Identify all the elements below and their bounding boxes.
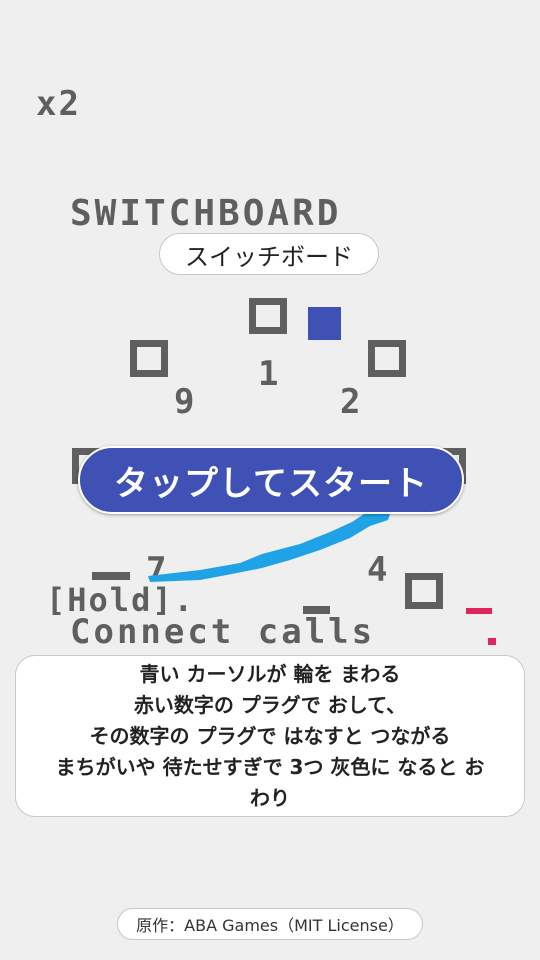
instructions-panel: 青い カーソルが 輪を まわる 赤い数字の プラグで おして、 その数字の プラ… [15, 655, 525, 817]
instruction-line: 赤い数字の プラグで おして、 [133, 692, 407, 717]
instruction-line: わり [250, 785, 290, 810]
cord-line [148, 514, 390, 582]
instruction-line: まちがいや 待たせすぎで 3つ 灰色に なると お [55, 754, 485, 779]
instruction-line: その数字の プラグで はなすと つながる [89, 723, 451, 748]
instruction-line: 青い カーソルが 輪を まわる [139, 661, 401, 686]
credit-link[interactable]: 原作：ABA Games（MIT License） [117, 908, 423, 940]
start-button[interactable]: タップしてスタート [78, 446, 464, 514]
connect-instruction: Connect calls [70, 612, 376, 652]
